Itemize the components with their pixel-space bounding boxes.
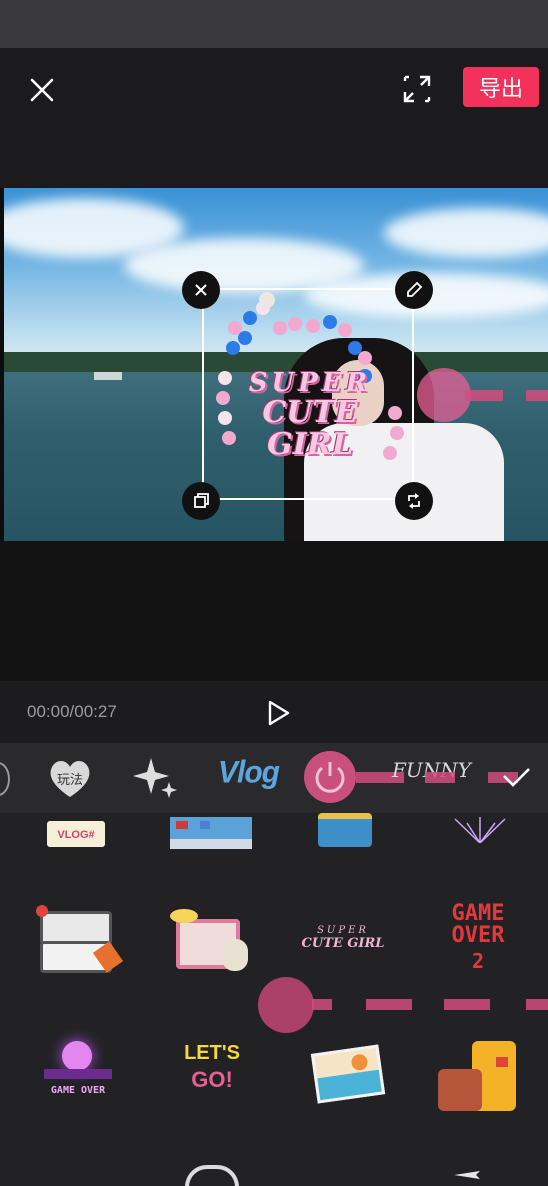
lets-go-line1: LET'S [184, 1042, 240, 1064]
console-top-screen [40, 911, 112, 945]
boat [94, 372, 122, 380]
game-over-num: 2 [471, 949, 485, 973]
sticker-treasure-box[interactable] [318, 813, 372, 847]
play-button[interactable] [262, 696, 294, 730]
sticker-grid: VLOG# SUPER CUTE GIRL GAME OVER 2 GAME O… [0, 813, 548, 1186]
copy-icon [194, 493, 209, 508]
close-icon [195, 284, 207, 296]
category-sparkle-tab[interactable] [133, 756, 179, 800]
sticker-partial-plane[interactable] [452, 1165, 482, 1181]
sunset-ground [44, 1069, 112, 1079]
pencil-icon [407, 281, 423, 297]
sunset-sun [62, 1041, 92, 1071]
sticker-lets-go[interactable]: LET'S GO! [176, 1041, 248, 1109]
sticker-super-cute-girl[interactable]: SUPER CUTE GIRL [215, 368, 405, 462]
photo-sea [317, 1069, 382, 1101]
overlay-dash [526, 390, 548, 401]
overlay-dash [366, 999, 412, 1010]
play-icon [268, 700, 290, 726]
overlay-marker [417, 368, 471, 422]
overlay-dash [526, 999, 548, 1010]
sticker-fireworks[interactable] [445, 817, 515, 844]
sticker-vlog-tag[interactable]: VLOG# [47, 821, 105, 847]
timeline-area [0, 541, 548, 681]
category-vlog-tab[interactable]: Vlog [218, 755, 280, 791]
photo-sun [350, 1053, 369, 1072]
sticker-suitcases[interactable] [436, 1031, 520, 1113]
arcade-base [170, 839, 252, 849]
tv-bubble [170, 909, 198, 923]
overlay-dash [312, 999, 332, 1010]
category-heart-tab[interactable]: 玩法 [46, 755, 94, 801]
suitcase-small [438, 1069, 482, 1111]
checkmark-icon [503, 768, 530, 787]
sticker-beach-photo[interactable] [304, 1044, 386, 1104]
suitcase-sticker [496, 1057, 508, 1067]
sticker-line2: CUTE GIRL [262, 395, 358, 462]
console-badge [36, 905, 48, 917]
fireworks-icon [454, 817, 506, 844]
sticker-arcade[interactable] [170, 817, 252, 849]
sticker-line1: SUPER [248, 368, 372, 398]
sticker-game-console[interactable] [36, 905, 124, 975]
sticker-game-over-sunset[interactable]: GAME OVER [38, 1035, 118, 1109]
fullscreen-icon [403, 75, 431, 103]
super-cute-line1: SUPER [317, 925, 369, 936]
game-over-line1: GAME [451, 901, 505, 926]
sparkle-icon [133, 758, 177, 798]
close-button[interactable] [24, 72, 60, 108]
overlay-marker [258, 977, 314, 1033]
plane-icon [454, 1171, 480, 1179]
overlay-dash [444, 999, 490, 1010]
edit-sticker-button[interactable] [395, 271, 433, 309]
export-button[interactable]: 导出 [463, 67, 539, 107]
lets-go-line2: GO! [191, 1067, 233, 1092]
rotate-sticker-button[interactable] [395, 482, 433, 520]
arcade-button [200, 821, 210, 829]
game-over-small: GAME OVER [50, 1085, 106, 1096]
status-bar [0, 0, 548, 48]
arcade-button [176, 821, 188, 829]
vlog-tag-text: VLOG# [57, 829, 95, 841]
sticker-game-over-2[interactable]: GAME OVER 2 [440, 903, 516, 979]
power-icon [315, 762, 345, 793]
copy-sticker-button[interactable] [182, 482, 220, 520]
sticker-retro-tv[interactable] [170, 909, 250, 971]
photo-frame [310, 1044, 386, 1104]
cloud [384, 208, 548, 258]
confirm-button[interactable] [498, 762, 534, 792]
overlay-dash [425, 772, 455, 783]
super-cute-line2: CUTE GIRL [301, 936, 385, 951]
heart-tab-label: 玩法 [56, 772, 83, 787]
category-power-tab[interactable] [304, 751, 356, 803]
time-display: 00:00/00:27 [27, 702, 117, 721]
sticker-partial-dome[interactable] [185, 1165, 239, 1186]
sticker-super-cute-girl[interactable]: SUPER CUTE GIRL [298, 911, 388, 971]
game-over-line2: OVER [451, 923, 505, 948]
delete-sticker-button[interactable] [182, 271, 220, 309]
close-icon [30, 78, 54, 102]
overlay-dash [465, 390, 503, 401]
fullscreen-button[interactable] [400, 72, 434, 106]
tv-bunny [222, 939, 248, 971]
rotate-scale-icon [408, 493, 420, 509]
